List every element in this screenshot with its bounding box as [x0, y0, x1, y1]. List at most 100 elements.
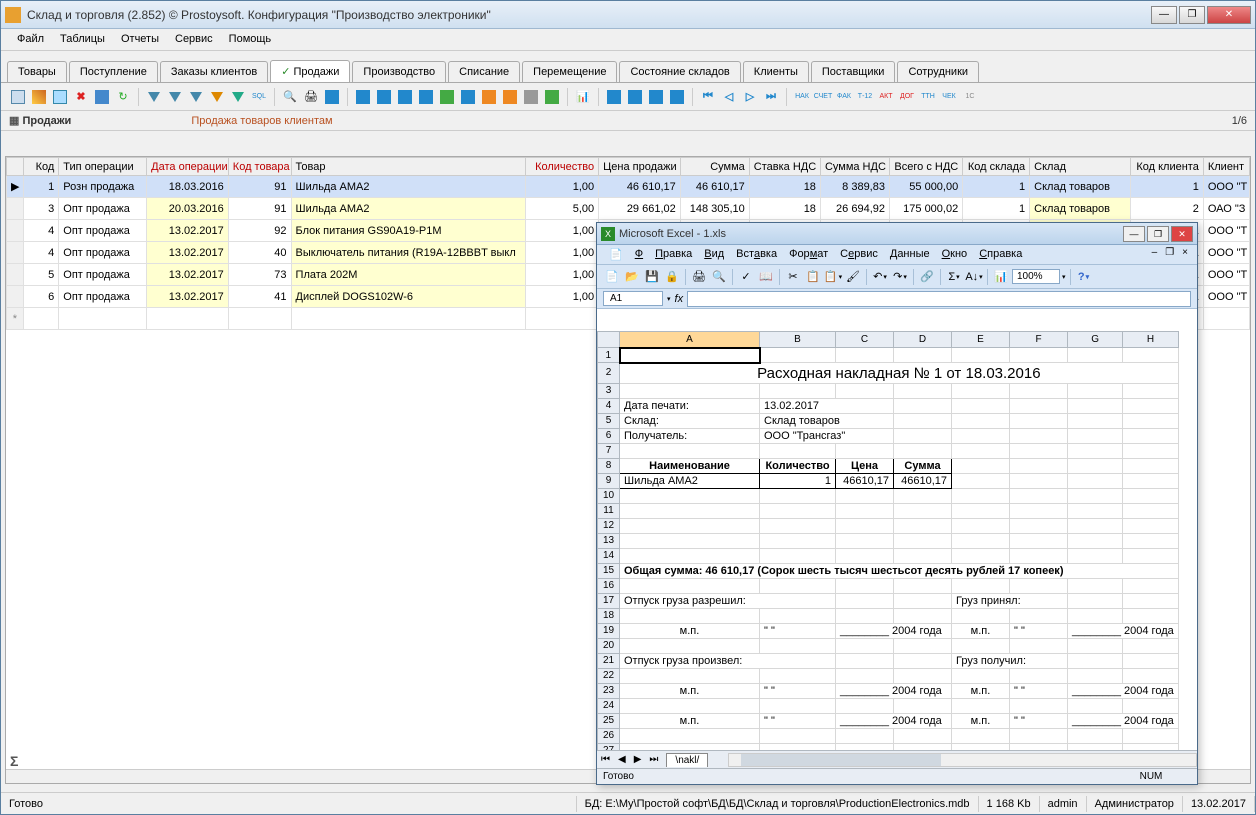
xl-undo-icon[interactable]: ↶ — [871, 268, 889, 286]
col-sklad[interactable]: Склад — [1030, 158, 1130, 176]
new-icon[interactable] — [9, 88, 27, 106]
xl-col-G[interactable]: G — [1068, 332, 1123, 348]
export2-icon[interactable] — [375, 88, 393, 106]
xl-col-D[interactable]: D — [894, 332, 952, 348]
tab-orders[interactable]: Заказы клиентов — [160, 61, 268, 82]
menu-help[interactable]: Помощь — [221, 31, 280, 48]
doc-nak-icon[interactable]: НАК — [793, 88, 811, 106]
doc-ttn-icon[interactable]: ТТН — [919, 88, 937, 106]
export4-icon[interactable] — [417, 88, 435, 106]
excel-namebox[interactable]: A1 — [603, 291, 663, 306]
sheet-nav-first-icon[interactable]: ⏮ — [597, 754, 614, 765]
table-icon[interactable] — [323, 88, 341, 106]
xl-col-B[interactable]: B — [760, 332, 836, 348]
nav-first-icon[interactable]: ⏮ — [699, 88, 717, 106]
export1-icon[interactable] — [354, 88, 372, 106]
filter4-icon[interactable] — [208, 88, 226, 106]
copy-icon[interactable] — [51, 88, 69, 106]
col-qty[interactable]: Количество — [525, 158, 598, 176]
print-icon[interactable]: 🖨 — [302, 88, 320, 106]
export8-icon[interactable] — [543, 88, 561, 106]
form3-icon[interactable] — [647, 88, 665, 106]
excel-sheet[interactable]: A B C D E F G H 1 2Расходная накладная №… — [597, 331, 1197, 750]
find-icon[interactable]: 🔍 — [281, 88, 299, 106]
doc-restore-button[interactable]: ❐ — [1162, 247, 1177, 262]
xl-col-E[interactable]: E — [952, 332, 1010, 348]
excel-close-button[interactable]: ✕ — [1171, 226, 1193, 242]
col-klient[interactable]: Клиент — [1203, 158, 1249, 176]
doc-1c-icon[interactable]: 1С — [961, 88, 979, 106]
xl-sort-icon[interactable]: A↓ — [965, 268, 983, 286]
xl-col-C[interactable]: C — [836, 332, 894, 348]
xl-open-icon[interactable]: 📂 — [623, 268, 641, 286]
form1-icon[interactable] — [605, 88, 623, 106]
nav-last-icon[interactable]: ⏭ — [762, 88, 780, 106]
doc-close-button[interactable]: × — [1179, 247, 1191, 262]
sheet-nav-last-icon[interactable]: ⏭ — [645, 754, 662, 765]
excel-menu-edit[interactable]: Правка — [649, 247, 698, 262]
close-button[interactable]: ✕ — [1207, 6, 1251, 24]
doc-title[interactable]: Расходная накладная № 1 от 18.03.2016 — [620, 363, 1179, 384]
xl-research-icon[interactable]: 📖 — [757, 268, 775, 286]
excel-formula-input[interactable] — [687, 291, 1191, 307]
save-icon[interactable] — [93, 88, 111, 106]
table-row[interactable]: ▶1Розн продажа18.03.201691Шильда AMA21,0… — [7, 176, 1250, 198]
export-word-icon[interactable] — [459, 88, 477, 106]
col-snds[interactable]: Сумма НДС — [820, 158, 889, 176]
doc-minimize-button[interactable]: – — [1149, 247, 1161, 262]
tab-writeoff[interactable]: Списание — [448, 61, 520, 82]
chart-icon[interactable]: 📊 — [574, 88, 592, 106]
filter2-icon[interactable] — [166, 88, 184, 106]
xl-paste-icon[interactable]: 📋 — [824, 268, 842, 286]
doc-t12-icon[interactable]: Т-12 — [856, 88, 874, 106]
nav-next-icon[interactable]: ▷ — [741, 88, 759, 106]
menu-reports[interactable]: Отчеты — [113, 31, 167, 48]
filter1-icon[interactable] — [145, 88, 163, 106]
doc-schet-icon[interactable]: СЧЕТ — [814, 88, 832, 106]
excel-minimize-button[interactable]: — — [1123, 226, 1145, 242]
xl-print-icon[interactable]: 🖨 — [690, 268, 708, 286]
excel-titlebar[interactable]: X Microsoft Excel - 1.xls — ❐ ✕ — [597, 223, 1197, 245]
xl-col-H[interactable]: H — [1123, 332, 1178, 348]
col-marker[interactable] — [7, 158, 24, 176]
xl-spell-icon[interactable]: ✓ — [737, 268, 755, 286]
export3-icon[interactable] — [396, 88, 414, 106]
filter5-icon[interactable] — [229, 88, 247, 106]
tab-employees[interactable]: Сотрудники — [897, 61, 979, 82]
doc-dog-icon[interactable]: ДОГ — [898, 88, 916, 106]
export6-icon[interactable] — [501, 88, 519, 106]
maximize-button[interactable]: ❐ — [1179, 6, 1205, 24]
edit-icon[interactable] — [30, 88, 48, 106]
form2-icon[interactable] — [626, 88, 644, 106]
xl-help-icon[interactable]: ? — [1075, 268, 1093, 286]
refresh-icon[interactable]: ↻ — [114, 88, 132, 106]
excel-system-icon[interactable]: 📄 — [603, 247, 629, 262]
col-vnds[interactable]: Всего с НДС — [889, 158, 962, 176]
sql-icon[interactable]: SQL — [250, 88, 268, 106]
xl-zoom-input[interactable]: 100% — [1012, 269, 1060, 284]
excel-menu-insert[interactable]: Вставка — [730, 247, 783, 262]
menu-service[interactable]: Сервис — [167, 31, 221, 48]
tab-stock[interactable]: Состояние складов — [619, 61, 740, 82]
sheet-nav-next-icon[interactable]: ▶ — [630, 754, 646, 765]
tab-clients[interactable]: Клиенты — [743, 61, 809, 82]
sheet-tab-nakl[interactable]: \nakl/ — [666, 753, 708, 767]
xl-col-F[interactable]: F — [1010, 332, 1068, 348]
xl-new-icon[interactable]: 📄 — [603, 268, 621, 286]
tab-production[interactable]: Производство — [352, 61, 446, 82]
excel-menu-format[interactable]: Формат — [783, 247, 834, 262]
xl-cut-icon[interactable]: ✂ — [784, 268, 802, 286]
col-kk[interactable]: Код клиента — [1130, 158, 1203, 176]
form4-icon[interactable] — [668, 88, 686, 106]
col-ks[interactable]: Код склада — [963, 158, 1030, 176]
col-tovar[interactable]: Товар — [291, 158, 525, 176]
xl-col-A[interactable]: A — [620, 332, 760, 348]
excel-menu-view[interactable]: Вид — [698, 247, 730, 262]
tab-suppliers[interactable]: Поставщики — [811, 61, 896, 82]
xl-chart-icon[interactable]: 📊 — [992, 268, 1010, 286]
excel-menu-file[interactable]: Ф — [629, 247, 649, 262]
col-kod[interactable]: Код — [23, 158, 59, 176]
sigma-icon[interactable]: Σ — [10, 753, 18, 769]
fx-icon[interactable]: fx — [675, 293, 684, 305]
tab-sales[interactable]: ✓Продажи — [270, 60, 350, 82]
